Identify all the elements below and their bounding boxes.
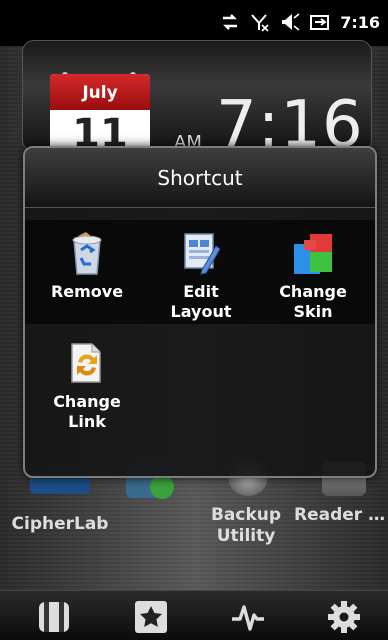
favorites-star-icon[interactable] (133, 599, 169, 635)
activity-pulse-icon[interactable] (230, 599, 266, 635)
edit-layout-label-line1: Edit (183, 282, 219, 301)
status-time: 7:16 (340, 12, 380, 32)
change-link-label-line1: Change (53, 392, 121, 411)
popup-title: Shortcut (157, 166, 243, 190)
sync-arrows-icon (223, 14, 238, 30)
change-link-button[interactable]: Change Link (37, 340, 137, 432)
bottom-toolbar (0, 590, 388, 640)
app-label-cipherlab: CipherLab (11, 514, 109, 534)
phone-slider-icon[interactable] (36, 599, 72, 635)
add-badge-icon (150, 475, 174, 499)
popup-header: Shortcut (25, 148, 375, 208)
settings-gear-icon[interactable] (326, 599, 362, 635)
edit-layout-label-line2: Layout (170, 302, 232, 321)
battery-charging-icon (310, 15, 330, 30)
change-skin-button[interactable]: Change Skin (263, 230, 363, 322)
calendar-icon[interactable]: July 11 (50, 74, 150, 154)
remove-label: Remove (50, 282, 124, 301)
speaker-mute-icon (282, 13, 300, 31)
change-link-label-line2: Link (68, 412, 106, 431)
edit-layout-icon (184, 233, 221, 275)
change-link-icon (71, 343, 101, 383)
calendar-month: July (50, 74, 150, 110)
shortcut-popup: Shortcut Remove Edit Layout Change Skin … (23, 146, 377, 478)
change-skin-label-line2: Skin (293, 302, 333, 321)
edit-layout-button[interactable]: Edit Layout (151, 230, 251, 322)
remove-button[interactable]: Remove (37, 230, 137, 302)
app-label-reader-config: Reader Configur... (294, 505, 388, 525)
no-signal-icon (251, 14, 269, 32)
app-label-backup-utility: Backup Utility (210, 505, 282, 546)
change-skin-label-line1: Change (279, 282, 347, 301)
change-skin-icon (294, 234, 332, 274)
recycle-bin-icon (72, 232, 102, 275)
